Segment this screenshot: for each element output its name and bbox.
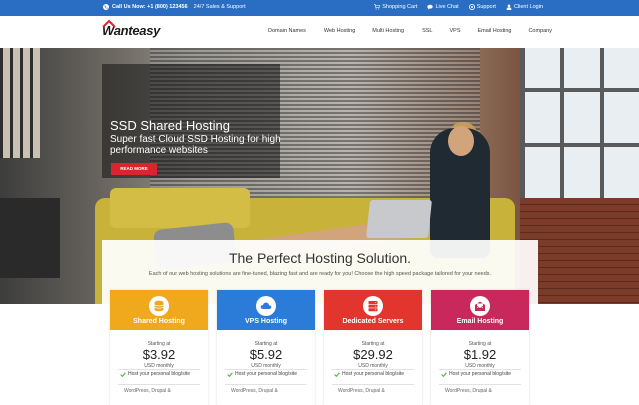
- nav-ssl[interactable]: SSL: [422, 28, 432, 34]
- plan-feature: Host your personal blog/site: [120, 371, 190, 377]
- site-header: Wanteasy Domain Names Web Hosting Multi …: [0, 16, 639, 48]
- live-chat-link[interactable]: Live Chat: [427, 4, 459, 10]
- live-chat-label: Live Chat: [435, 4, 459, 10]
- hero-bg-laptop: [366, 200, 432, 238]
- hero-bg-window-left: [0, 48, 40, 158]
- client-login-link[interactable]: Client Login: [506, 4, 543, 10]
- top-bar: Call Us Now: +1 (800) 123456 24/7 Sales …: [0, 0, 639, 16]
- divider: [439, 369, 521, 370]
- plan-name: Shared Hosting: [133, 318, 185, 325]
- divider: [332, 369, 414, 370]
- solutions-subtitle: Each of our web hosting solutions are fi…: [148, 271, 492, 277]
- divider: [439, 384, 521, 385]
- divider: [332, 384, 414, 385]
- phone-number[interactable]: Call Us Now: +1 (800) 123456: [112, 4, 188, 10]
- plan-icon-circle: [256, 296, 276, 316]
- plan-name: Dedicated Servers: [342, 318, 404, 325]
- plan-feature: Host your personal blog/site: [227, 371, 297, 377]
- plan-price: $5.92: [249, 347, 283, 362]
- nav-email-hosting[interactable]: Email Hosting: [478, 28, 512, 34]
- shopping-cart-label: Shopping Cart: [382, 4, 418, 10]
- check-icon: [120, 371, 126, 377]
- cloud-icon: [260, 302, 272, 309]
- plan-card-vps[interactable]: VPS Hosting Starting at $5.92 USD monthl…: [217, 290, 315, 405]
- hero-bg-face: [448, 126, 474, 156]
- plan-card-dedicated[interactable]: Dedicated Servers Starting at $29.92 USD…: [324, 290, 422, 405]
- plan-icon-circle: [470, 296, 490, 316]
- plan-feature-text: Host your personal blog/site: [128, 371, 190, 377]
- plan-name: VPS Hosting: [244, 318, 287, 325]
- hero-subtitle: Super fast Cloud SSD Hosting for high pe…: [110, 134, 281, 156]
- plan-price: $1.92: [463, 347, 497, 362]
- plan-name: Email Hosting: [456, 318, 504, 325]
- hero-bg-window-right: [520, 48, 639, 198]
- main-nav: Domain Names Web Hosting Multi Hosting S…: [268, 28, 552, 34]
- plan-price: $3.92: [142, 347, 176, 362]
- divider: [118, 369, 200, 370]
- check-icon: [441, 371, 447, 377]
- database-icon: [154, 300, 164, 312]
- nav-web-hosting[interactable]: Web Hosting: [324, 28, 355, 34]
- divider: [225, 369, 307, 370]
- logo-roof-icon: [102, 19, 116, 28]
- support-link[interactable]: Support: [468, 4, 496, 10]
- user-icon: [506, 4, 512, 10]
- shopping-cart-link[interactable]: Shopping Cart: [374, 4, 417, 10]
- plan-feature: Host your personal blog/site: [334, 371, 404, 377]
- plan-feature-2: WordPress, Drupal &: [124, 388, 171, 394]
- chat-icon: [427, 4, 434, 10]
- plan-card-email[interactable]: Email Hosting Starting at $1.92 USD mont…: [431, 290, 529, 405]
- plan-feature-2: WordPress, Drupal &: [231, 388, 278, 394]
- solutions-title: The Perfect Hosting Solution.: [228, 250, 412, 266]
- nav-domain-names[interactable]: Domain Names: [268, 28, 306, 34]
- nav-vps[interactable]: VPS: [450, 28, 461, 34]
- read-more-button[interactable]: READ MORE: [111, 163, 157, 175]
- logo[interactable]: Wanteasy: [102, 19, 160, 38]
- plan-feature-text: Host your personal blog/site: [235, 371, 297, 377]
- hero-bg-sofa-back: [110, 188, 250, 228]
- plan-card-shared[interactable]: Shared Hosting Starting at $3.92 USD mon…: [110, 290, 208, 405]
- nav-multi-hosting[interactable]: Multi Hosting: [372, 28, 404, 34]
- phone-info: Call Us Now: +1 (800) 123456: [103, 4, 188, 10]
- nav-company[interactable]: Company: [528, 28, 552, 34]
- cart-icon: [374, 4, 381, 10]
- plan-feature-2: WordPress, Drupal &: [445, 388, 492, 394]
- email-icon: [474, 301, 486, 311]
- check-icon: [334, 371, 340, 377]
- divider: [225, 384, 307, 385]
- plan-feature-text: Host your personal blog/site: [449, 371, 511, 377]
- plan-feature: Host your personal blog/site: [441, 371, 511, 377]
- plan-icon-circle: [149, 296, 169, 316]
- phone-icon: [103, 4, 109, 10]
- check-icon: [227, 371, 233, 377]
- support-hours: 24/7 Sales & Support: [193, 4, 246, 10]
- hero-bg-desk: [0, 198, 60, 278]
- hero-title: SSD Shared Hosting: [110, 118, 230, 133]
- server-icon: [368, 301, 378, 312]
- divider: [118, 384, 200, 385]
- client-login-label: Client Login: [513, 4, 543, 10]
- support-label: Support: [476, 4, 496, 10]
- plan-feature-2: WordPress, Drupal &: [338, 388, 385, 394]
- support-icon: [468, 4, 475, 10]
- plan-icon-circle: [363, 296, 383, 316]
- plan-price: $29.92: [353, 347, 393, 362]
- plan-feature-text: Host your personal blog/site: [342, 371, 404, 377]
